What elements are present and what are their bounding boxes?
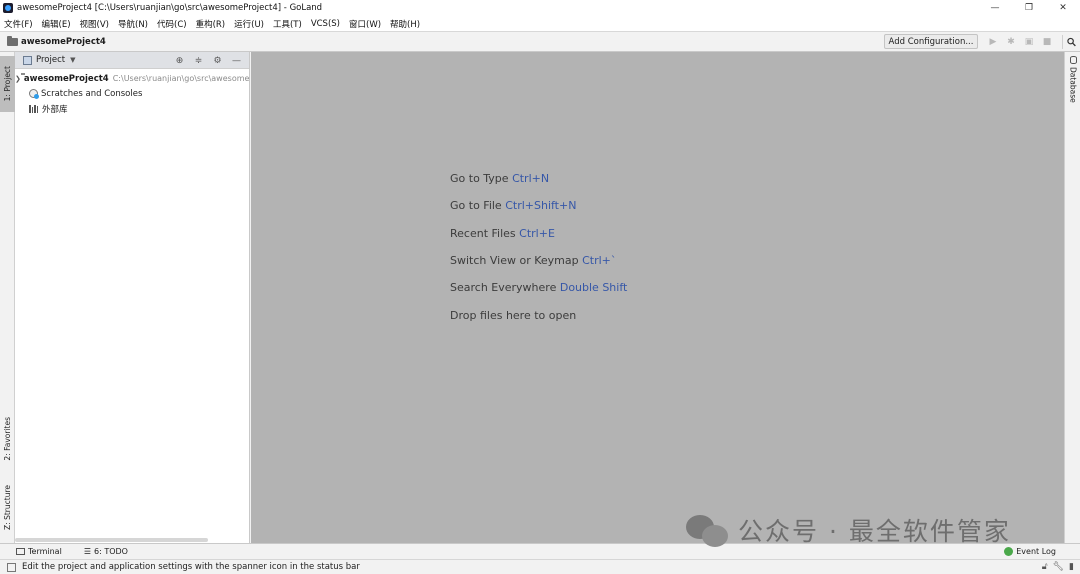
tab-project[interactable]: 1: Project	[0, 56, 15, 112]
coverage-icon[interactable]: ▣	[1020, 35, 1038, 49]
project-panel-title[interactable]: Project	[36, 55, 65, 65]
database-icon	[1069, 56, 1077, 64]
status-message: Edit the project and application setting…	[22, 562, 360, 572]
hint-go-to-type: Go to Type Ctrl+N	[450, 172, 549, 185]
wechat-logo-icon	[686, 513, 730, 547]
tab-favorites-label: 2: Favorites	[3, 417, 12, 461]
tab-favorites[interactable]: 2: Favorites	[0, 410, 15, 468]
memory-indicator-icon[interactable]: ▮	[1069, 562, 1074, 572]
run-toolbar: ▶ ✱ ▣ ■	[984, 35, 1056, 49]
todo-label: 6: TODO	[93, 547, 128, 556]
project-tree: ❯ awesomeProject4 C:\Users\ruanjian\go\s…	[15, 69, 249, 116]
tree-scratches-label: Scratches and Consoles	[41, 88, 143, 99]
event-log-icon	[1004, 547, 1014, 556]
chevron-down-icon[interactable]: ▼	[70, 56, 75, 64]
menu-file[interactable]: 文件(F)	[4, 18, 33, 30]
minimize-button[interactable]: —	[978, 0, 1012, 16]
tree-root-name: awesomeProject4	[23, 73, 109, 84]
project-view-icon	[23, 55, 32, 65]
navigation-bar: awesomeProject4 Add Configuration... ▶ ✱…	[0, 31, 1080, 52]
editor-empty-area[interactable]: Go to Type Ctrl+N Go to File Ctrl+Shift+…	[251, 52, 1064, 543]
scratches-icon	[29, 89, 39, 99]
menu-run[interactable]: 运行(U)	[234, 18, 264, 30]
hint-recent-files: Recent Files Ctrl+E	[450, 227, 555, 240]
gear-icon[interactable]: ⚙	[208, 54, 227, 67]
todo-tab[interactable]: ☰ 6: TODO	[70, 547, 128, 556]
terminal-icon	[16, 548, 25, 555]
close-button[interactable]: ✕	[1046, 0, 1080, 16]
tab-project-label: 1: Project	[3, 66, 12, 102]
menu-edit[interactable]: 编辑(E)	[42, 18, 71, 30]
status-icons: 🔓︎ 🔧︎ ▮	[1042, 562, 1074, 572]
folder-icon	[7, 35, 18, 46]
hint-search-everywhere: Search Everywhere Double Shift	[450, 281, 627, 294]
hint-text: Go to File	[450, 199, 502, 212]
add-configuration-button[interactable]: Add Configuration...	[884, 34, 978, 49]
menu-refactor[interactable]: 重构(R)	[196, 18, 226, 30]
menu-bar: 文件(F) 编辑(E) 视图(V) 导航(N) 代码(C) 重构(R) 运行(U…	[0, 16, 1080, 31]
window-controls: — ❐ ✕	[978, 0, 1080, 16]
menu-window[interactable]: 窗口(W)	[349, 18, 381, 30]
horizontal-scrollbar[interactable]	[15, 538, 208, 542]
maximize-button[interactable]: ❐	[1012, 0, 1046, 16]
project-panel: Project ▼ ⊕ ≑ ⚙ — ❯ awesomeProject4 C:\U…	[15, 52, 250, 543]
menu-help[interactable]: 帮助(H)	[390, 18, 420, 30]
menu-navigate[interactable]: 导航(N)	[118, 18, 148, 30]
tree-row-scratches[interactable]: Scratches and Consoles	[15, 86, 249, 101]
hint-drop-files: Drop files here to open	[450, 309, 576, 322]
tree-row-external-libs[interactable]: 外部库	[15, 101, 249, 116]
menu-view[interactable]: 视图(V)	[80, 18, 109, 30]
tree-external-libs-label: 外部库	[42, 104, 68, 115]
collapse-all-icon[interactable]: ≑	[189, 54, 208, 67]
event-log-tab[interactable]: Event Log	[1004, 547, 1056, 556]
event-log-label: Event Log	[1016, 547, 1056, 556]
watermark: 公众号 · 最全软件管家	[686, 512, 1011, 548]
watermark-text: 公众号 · 最全软件管家	[738, 517, 1011, 546]
panel-tools: ⊕ ≑ ⚙ —	[170, 54, 246, 67]
hint-text: Recent Files	[450, 227, 516, 240]
menu-code[interactable]: 代码(C)	[157, 18, 187, 30]
hint-shortcut: Ctrl+`	[582, 254, 617, 267]
tree-row-root[interactable]: ❯ awesomeProject4 C:\Users\ruanjian\go\s…	[15, 71, 249, 86]
hint-go-to-file: Go to File Ctrl+Shift+N	[450, 199, 576, 212]
tab-database[interactable]: Database	[1065, 56, 1080, 103]
left-tool-strip: 1: Project 2: Favorites Z: Structure	[0, 52, 15, 543]
hint-shortcut: Double Shift	[559, 281, 628, 294]
status-bar: Edit the project and application setting…	[0, 559, 1080, 574]
hint-text: Drop files here to open	[450, 309, 577, 322]
list-icon: ☰	[83, 547, 91, 556]
goland-logo-icon	[3, 3, 13, 13]
menu-vcs[interactable]: VCS(S)	[311, 19, 340, 29]
locate-icon[interactable]: ⊕	[170, 54, 189, 67]
run-icon[interactable]: ▶	[984, 35, 1002, 49]
project-panel-header: Project ▼ ⊕ ≑ ⚙ —	[15, 52, 249, 69]
lock-icon[interactable]: 🔓︎	[1042, 562, 1048, 572]
chevron-right-icon[interactable]: ❯	[15, 75, 21, 83]
right-tool-strip: Database	[1064, 52, 1080, 543]
debug-icon[interactable]: ✱	[1002, 35, 1020, 49]
hint-shortcut: Ctrl+N	[512, 172, 550, 185]
tab-database-label: Database	[1068, 67, 1078, 103]
hint-text: Switch View or Keymap	[450, 254, 579, 267]
menu-tools[interactable]: 工具(T)	[273, 18, 302, 30]
hint-text: Search Everywhere	[450, 281, 557, 294]
breadcrumb-project[interactable]: awesomeProject4	[21, 37, 106, 47]
hint-switch-view: Switch View or Keymap Ctrl+`	[450, 254, 616, 267]
tree-root-path: C:\Users\ruanjian\go\src\awesomeProject4	[112, 74, 249, 83]
terminal-tab[interactable]: Terminal	[0, 547, 62, 556]
library-icon	[29, 104, 39, 113]
terminal-label: Terminal	[28, 547, 62, 556]
tab-structure-label: Z: Structure	[3, 484, 12, 530]
title-bar: awesomeProject4 [C:\Users\ruanjian\go\sr…	[0, 0, 1080, 16]
stop-icon[interactable]: ■	[1038, 35, 1056, 49]
window-title: awesomeProject4 [C:\Users\ruanjian\go\sr…	[17, 3, 323, 13]
hint-text: Go to Type	[450, 172, 509, 185]
search-everywhere-icon[interactable]	[1062, 35, 1076, 49]
spanner-icon[interactable]: 🔧︎	[1053, 562, 1064, 572]
hint-shortcut: Ctrl+Shift+N	[505, 199, 577, 212]
tool-windows-toggle-icon[interactable]	[7, 562, 16, 572]
hint-shortcut: Ctrl+E	[519, 227, 555, 240]
tab-structure[interactable]: Z: Structure	[0, 478, 15, 536]
hide-icon[interactable]: —	[227, 54, 246, 67]
